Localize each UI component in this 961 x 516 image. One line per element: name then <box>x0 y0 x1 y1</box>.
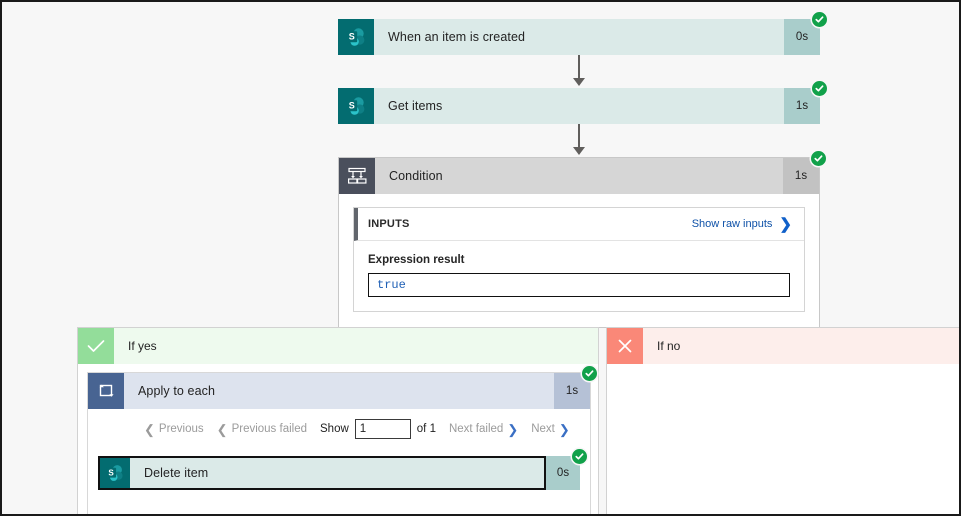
pager-next-failed-button[interactable]: Next failed ❯ <box>449 423 518 436</box>
show-raw-inputs-link[interactable]: Show raw inputs ❯ <box>692 217 792 232</box>
check-icon <box>78 328 114 364</box>
sharepoint-icon: S <box>100 458 130 488</box>
action-card-apply-to-each[interactable]: Apply to each 1s ❮ Previous ❮ Previous f… <box>87 366 597 514</box>
connector-getitems-to-condition <box>578 124 580 149</box>
action-card-header[interactable]: S When an item is created 0s <box>338 12 827 55</box>
action-card-delete-item[interactable]: S Delete item 0s <box>98 449 587 490</box>
pager-page-input[interactable] <box>354 419 411 439</box>
condition-card-header[interactable]: Condition 1s <box>339 151 826 194</box>
action-title: Delete item <box>130 458 544 488</box>
sharepoint-icon: S <box>338 19 374 55</box>
flow-run-canvas: S When an item is created 0s S Get items… <box>0 0 961 516</box>
action-card-condition[interactable]: Condition 1s INPUTS Show raw inputs ❯ Ex… <box>338 151 826 328</box>
action-title: Get items <box>374 88 784 124</box>
svg-text:S: S <box>108 468 114 477</box>
connector-arrowhead <box>573 78 585 86</box>
action-card-get-items[interactable]: S Get items 1s <box>338 81 827 124</box>
action-card-header[interactable]: S Get items 1s <box>338 81 827 124</box>
delete-item-selected-frame[interactable]: S Delete item <box>98 456 546 490</box>
pager-previous-label: Previous <box>158 423 204 435</box>
succeeded-icon <box>582 366 597 381</box>
loop-card-header[interactable]: Apply to each 1s <box>88 366 597 409</box>
inputs-panel-header[interactable]: INPUTS Show raw inputs ❯ <box>354 208 804 241</box>
succeeded-icon <box>572 449 587 464</box>
action-title: Apply to each <box>124 373 554 409</box>
action-card-header[interactable]: S Delete item 0s <box>98 449 587 490</box>
connector-arrowhead <box>573 147 585 155</box>
branch-header[interactable]: If yes <box>78 328 598 364</box>
action-title: Condition <box>375 158 783 194</box>
pager-next-label: Next <box>531 423 555 435</box>
chevron-right-icon: ❯ <box>779 215 792 233</box>
sharepoint-icon: S <box>338 88 374 124</box>
chevron-right-icon: ❯ <box>558 421 570 437</box>
pager-previous-failed-button[interactable]: ❮ Previous failed <box>217 423 307 436</box>
pager-next-button[interactable]: Next ❯ <box>531 423 570 436</box>
condition-icon <box>339 158 375 194</box>
inputs-panel-content: Expression result true <box>354 241 804 311</box>
inputs-panel: INPUTS Show raw inputs ❯ Expression resu… <box>353 207 805 312</box>
pager-previous-failed-label: Previous failed <box>231 423 307 435</box>
loop-icon <box>88 373 124 409</box>
expression-result-value: true <box>368 273 790 297</box>
action-card-trigger[interactable]: S When an item is created 0s <box>338 12 827 55</box>
action-title: When an item is created <box>374 19 784 55</box>
chevron-left-icon: ❮ <box>144 421 155 437</box>
chevron-left-icon: ❮ <box>216 421 228 437</box>
branch-if-no[interactable]: If no <box>606 327 959 514</box>
branch-header[interactable]: If no <box>607 328 959 364</box>
succeeded-icon <box>812 81 827 96</box>
succeeded-icon <box>811 151 826 166</box>
pager-show-label: Show <box>320 423 349 435</box>
svg-text:S: S <box>349 101 355 111</box>
show-raw-inputs-label: Show raw inputs <box>691 218 773 230</box>
connector-trigger-to-getitems <box>578 55 580 80</box>
chevron-right-icon: ❯ <box>507 421 519 437</box>
loop-body: ❮ Previous ❮ Previous failed Show of 1 N… <box>88 409 590 490</box>
svg-text:S: S <box>349 32 355 42</box>
inputs-label: INPUTS <box>368 218 410 230</box>
branch-label: If no <box>643 328 959 364</box>
pager-previous-button[interactable]: ❮ Previous <box>144 423 204 436</box>
condition-details: INPUTS Show raw inputs ❯ Expression resu… <box>339 194 819 327</box>
iteration-pager: ❮ Previous ❮ Previous failed Show of 1 N… <box>88 409 590 448</box>
succeeded-icon <box>812 12 827 27</box>
expression-result-label: Expression result <box>368 254 465 266</box>
pager-total-label: of 1 <box>416 423 436 435</box>
branch-label: If yes <box>114 328 598 364</box>
cross-icon <box>607 328 643 364</box>
pager-next-failed-label: Next failed <box>448 423 504 435</box>
